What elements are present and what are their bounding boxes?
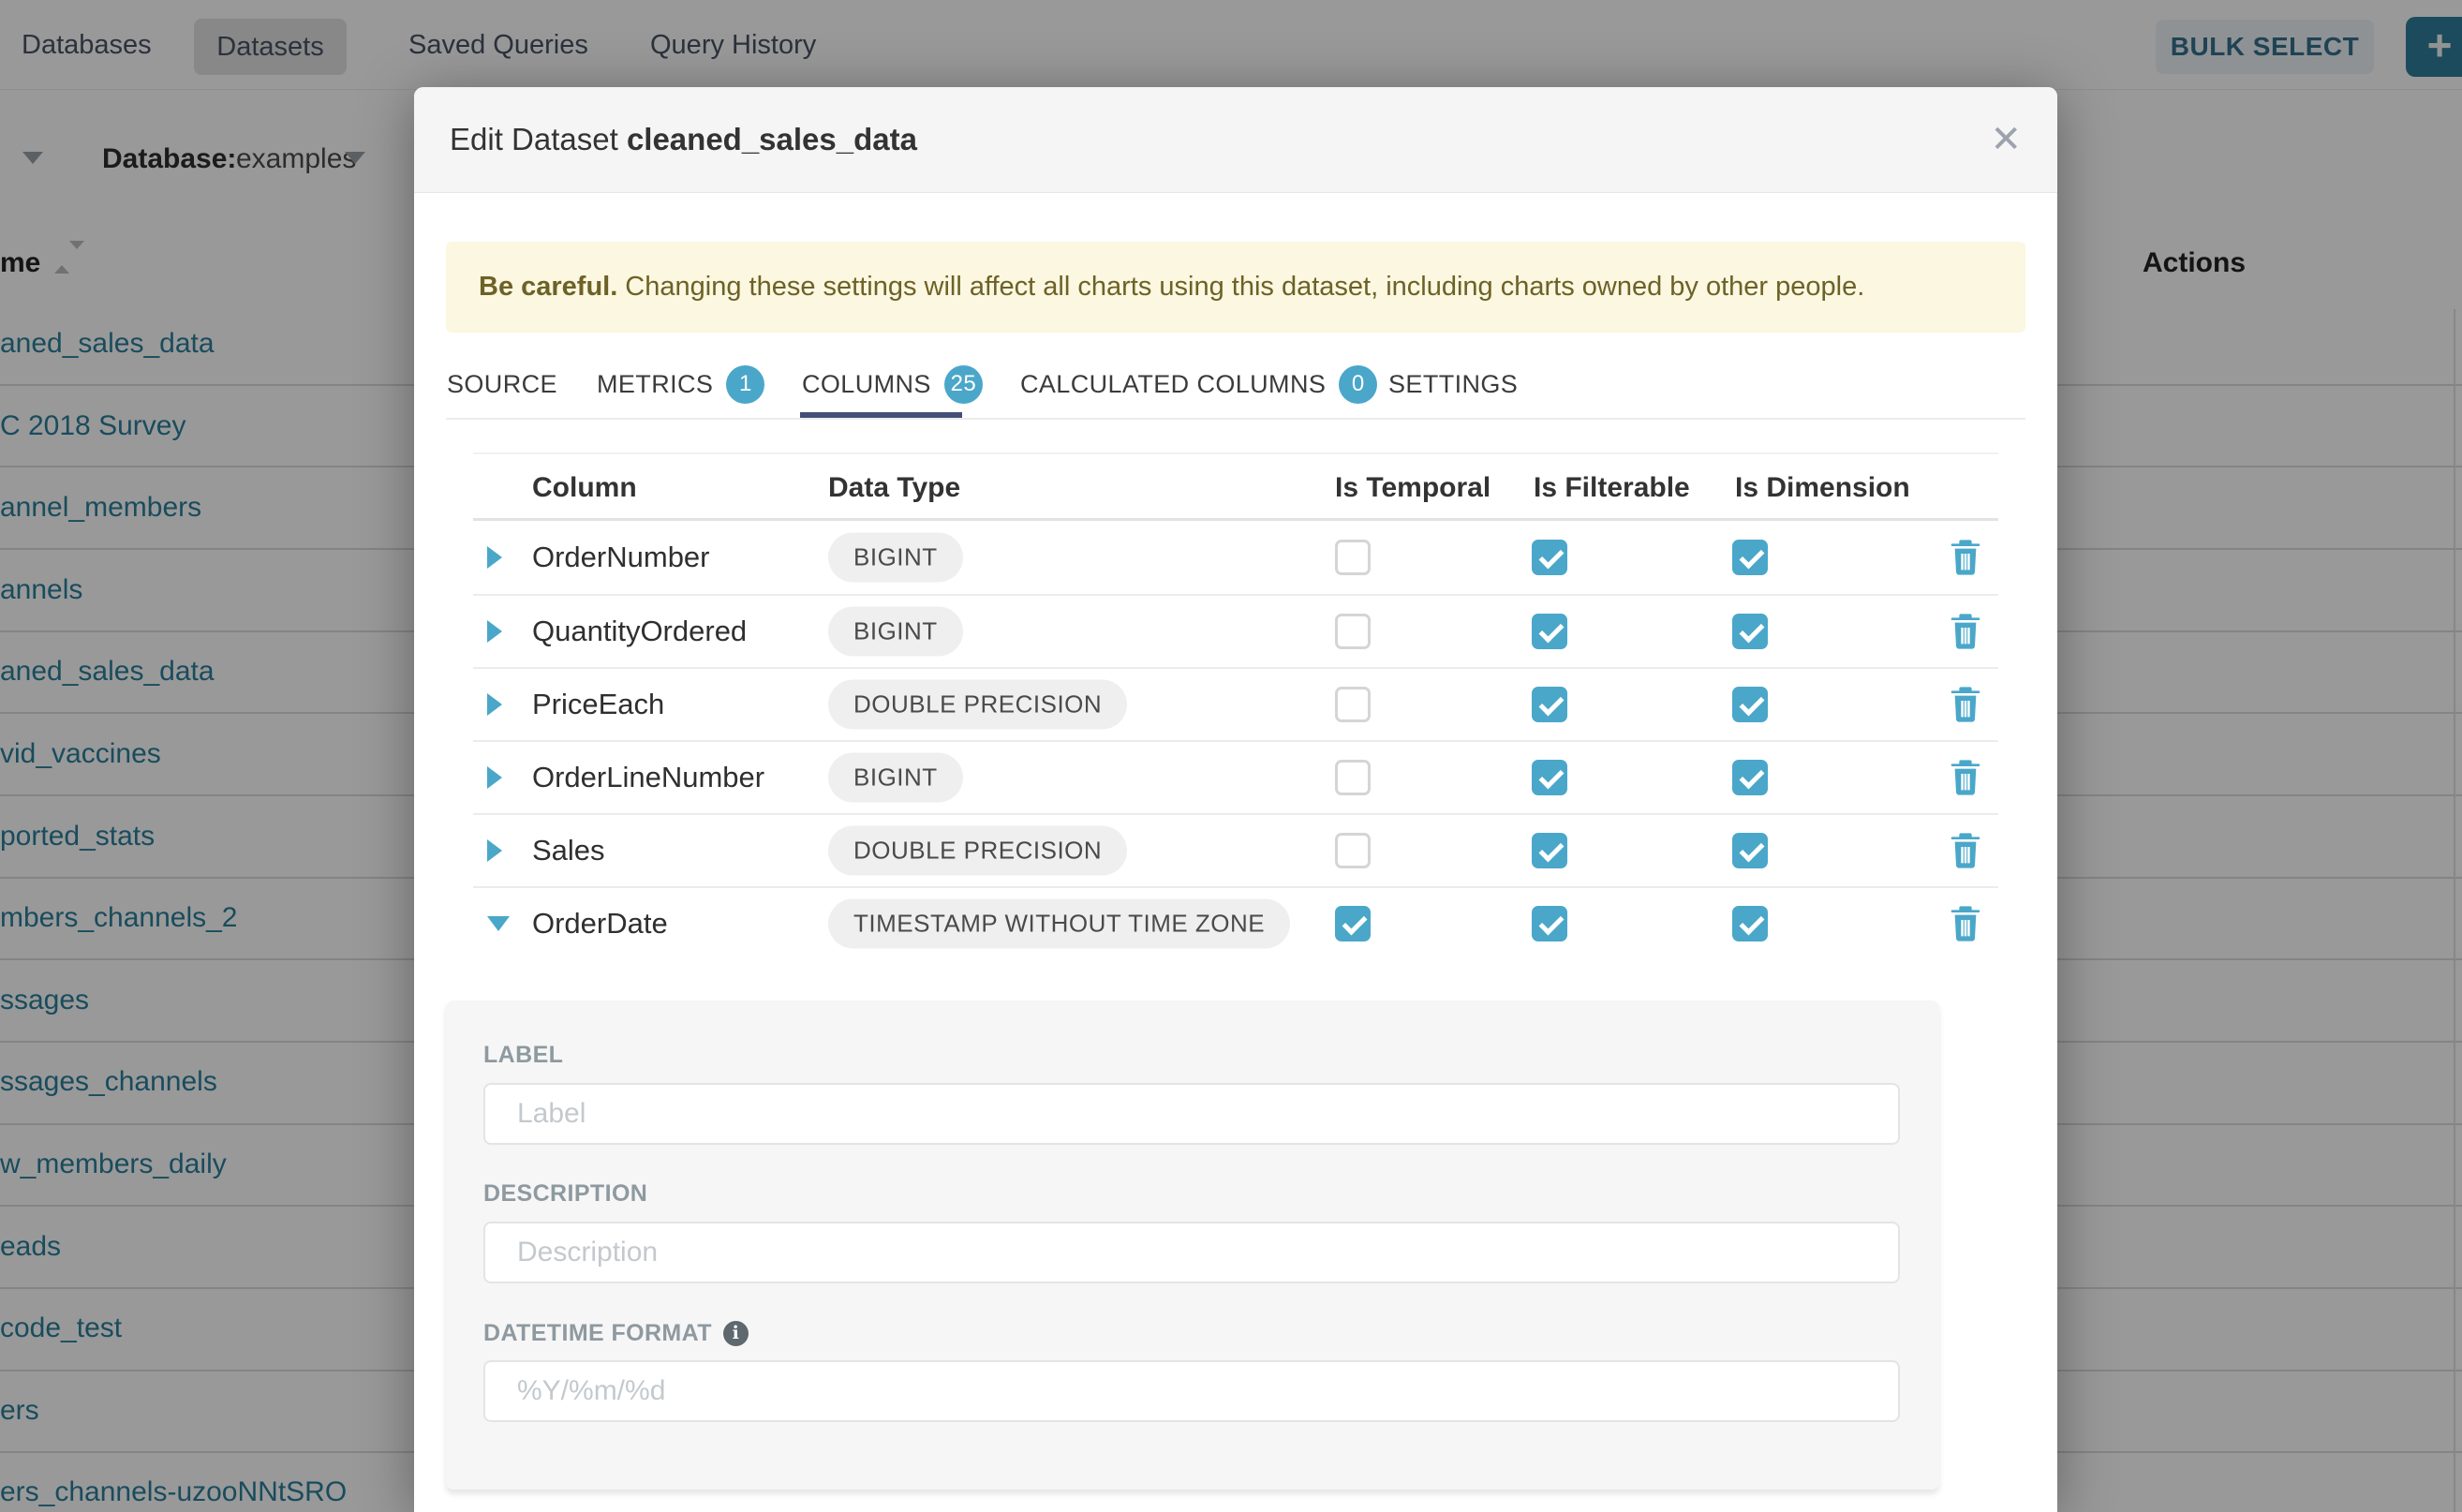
trash-icon[interactable]	[1950, 614, 1980, 649]
label-input[interactable]	[483, 1083, 1900, 1145]
table-row: PriceEach DOUBLE PRECISION	[473, 668, 1998, 741]
columns-count-badge: 25	[944, 365, 983, 404]
column-header-is-filterable: Is Filterable	[1534, 469, 1690, 507]
modal-title-prefix: Edit Dataset	[450, 122, 618, 156]
trash-icon[interactable]	[1950, 906, 1980, 941]
column-header-is-temporal: Is Temporal	[1335, 469, 1491, 507]
column-name: Sales	[532, 834, 605, 867]
info-icon[interactable]: i	[723, 1321, 749, 1346]
label-field-label: LABEL	[483, 1040, 563, 1070]
column-editor-panel: LABEL DESCRIPTION DATETIME FORMAT i	[446, 1001, 1939, 1490]
tab-calculated-columns-label: CALCULATED COLUMNS	[1020, 370, 1326, 399]
tab-columns-label: COLUMNS	[802, 370, 931, 399]
is-filterable-checkbox[interactable]	[1532, 540, 1567, 575]
data-type-pill: BIGINT	[828, 533, 963, 583]
is-temporal-checkbox[interactable]	[1335, 614, 1371, 649]
tab-source-label: SOURCE	[447, 370, 557, 399]
expand-caret-icon[interactable]	[487, 839, 502, 862]
tab-metrics-label: METRICS	[597, 370, 713, 399]
column-name: QuantityOrdered	[532, 615, 747, 648]
data-type-pill: DOUBLE PRECISION	[828, 826, 1127, 876]
data-type-pill: BIGINT	[828, 607, 963, 657]
tab-calculated-columns[interactable]: CALCULATED COLUMNS 0	[1020, 358, 1377, 410]
table-row-expanded: OrderDate TIMESTAMP WITHOUT TIME ZONE	[473, 887, 1998, 960]
is-temporal-checkbox[interactable]	[1335, 687, 1371, 722]
is-temporal-checkbox[interactable]	[1335, 760, 1371, 795]
trash-icon[interactable]	[1950, 760, 1980, 795]
column-name: OrderNumber	[532, 541, 710, 574]
is-temporal-checkbox[interactable]	[1335, 540, 1371, 575]
table-row: OrderNumber BIGINT	[473, 521, 1998, 594]
is-filterable-checkbox[interactable]	[1532, 760, 1567, 795]
is-dimension-checkbox[interactable]	[1732, 540, 1768, 575]
column-name: OrderLineNumber	[532, 761, 764, 794]
column-name: OrderDate	[532, 907, 668, 941]
table-row: QuantityOrdered BIGINT	[473, 595, 1998, 668]
tab-source[interactable]: SOURCE	[447, 358, 557, 410]
column-header-column: Column	[532, 469, 637, 507]
column-header-is-dimension: Is Dimension	[1735, 469, 1910, 507]
column-header-data-type: Data Type	[828, 469, 960, 507]
data-type-pill: TIMESTAMP WITHOUT TIME ZONE	[828, 899, 1290, 949]
is-dimension-checkbox[interactable]	[1732, 833, 1768, 868]
tab-strip-border	[446, 418, 2025, 420]
table-row: OrderLineNumber BIGINT	[473, 741, 1998, 814]
expand-caret-icon[interactable]	[487, 766, 502, 789]
tab-settings-label: SETTINGS	[1388, 370, 1518, 399]
description-field-label: DESCRIPTION	[483, 1178, 647, 1208]
is-dimension-checkbox[interactable]	[1732, 687, 1768, 722]
is-dimension-checkbox[interactable]	[1732, 760, 1768, 795]
expand-caret-icon[interactable]	[487, 693, 502, 716]
column-name: PriceEach	[532, 688, 664, 721]
trash-icon[interactable]	[1950, 540, 1980, 575]
data-type-pill: BIGINT	[828, 753, 963, 803]
warning-banner: Be careful. Changing these settings will…	[446, 242, 2025, 333]
metrics-count-badge: 1	[726, 365, 764, 404]
modal-title-dataset-name: cleaned_sales_data	[627, 122, 917, 156]
trash-icon[interactable]	[1950, 833, 1980, 868]
is-filterable-checkbox[interactable]	[1532, 687, 1567, 722]
is-temporal-checkbox[interactable]	[1335, 906, 1371, 941]
is-temporal-checkbox[interactable]	[1335, 833, 1371, 868]
is-filterable-checkbox[interactable]	[1532, 833, 1567, 868]
table-row: Sales DOUBLE PRECISION	[473, 814, 1998, 887]
tab-metrics[interactable]: METRICS 1	[597, 358, 764, 410]
collapse-caret-icon[interactable]	[487, 916, 510, 931]
calculated-columns-count-badge: 0	[1339, 365, 1377, 404]
trash-icon[interactable]	[1950, 687, 1980, 722]
modal-header: Edit Dataset cleaned_sales_data ✕	[414, 87, 2057, 193]
datetime-format-label-text: DATETIME FORMAT	[483, 1318, 712, 1348]
datetime-format-input[interactable]	[483, 1360, 1900, 1422]
expand-caret-icon[interactable]	[487, 546, 502, 569]
warning-banner-bold: Be careful.	[479, 272, 617, 303]
is-dimension-checkbox[interactable]	[1732, 906, 1768, 941]
data-type-pill: DOUBLE PRECISION	[828, 680, 1127, 730]
warning-banner-text: Changing these settings will affect all …	[625, 272, 1864, 303]
close-icon[interactable]: ✕	[1990, 121, 2022, 158]
is-filterable-checkbox[interactable]	[1532, 906, 1567, 941]
expand-caret-icon[interactable]	[487, 620, 502, 643]
tab-columns[interactable]: COLUMNS 25	[802, 358, 983, 410]
datetime-format-field-label: DATETIME FORMAT i	[483, 1318, 749, 1348]
is-dimension-checkbox[interactable]	[1732, 614, 1768, 649]
modal-title: Edit Dataset cleaned_sales_data	[450, 122, 917, 157]
modal-body: Be careful. Changing these settings will…	[414, 193, 2057, 1512]
columns-table-top-border	[473, 452, 1998, 454]
tab-settings[interactable]: SETTINGS	[1388, 358, 1518, 410]
is-filterable-checkbox[interactable]	[1532, 614, 1567, 649]
description-input[interactable]	[483, 1222, 1900, 1283]
edit-dataset-modal: Edit Dataset cleaned_sales_data ✕ Be car…	[414, 87, 2057, 1512]
